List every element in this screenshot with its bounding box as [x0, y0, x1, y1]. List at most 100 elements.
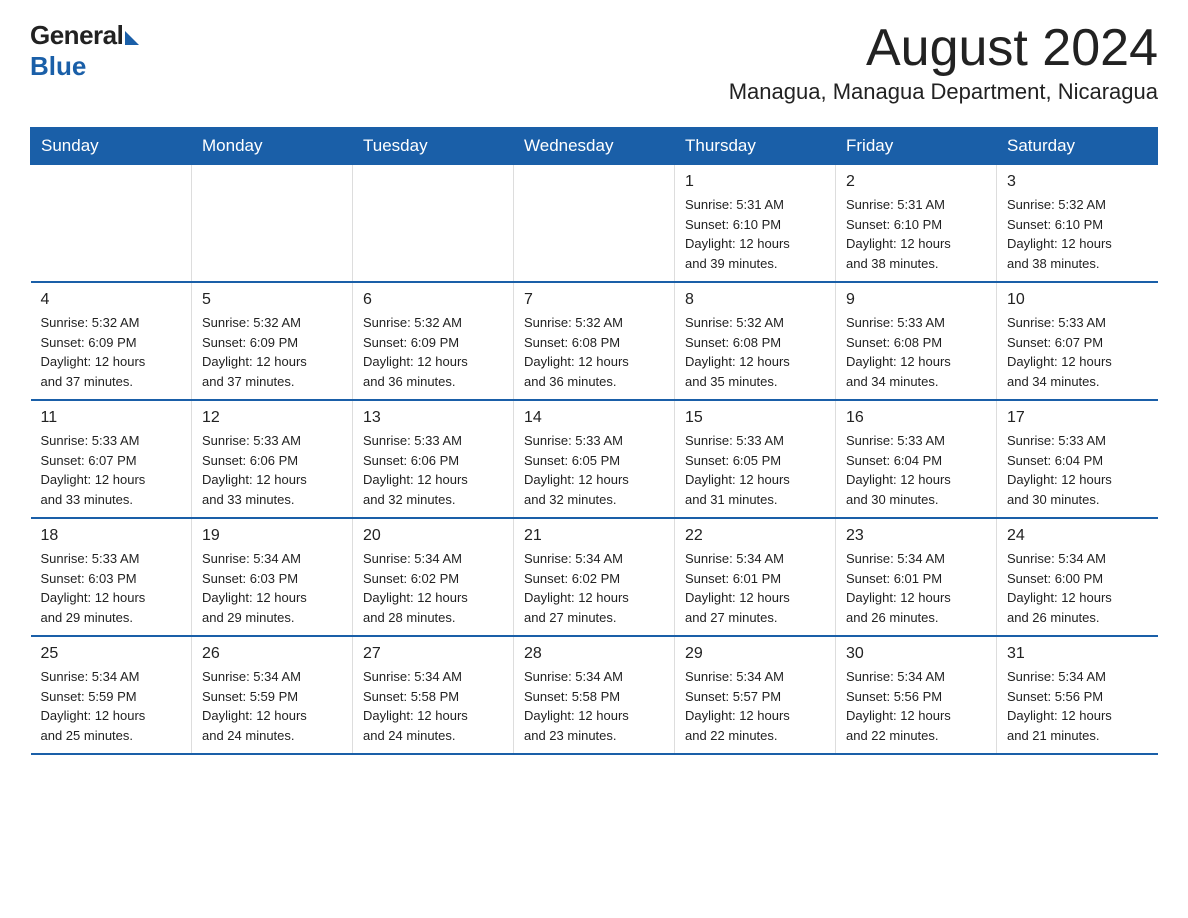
calendar-cell: 12 Sunrise: 5:33 AM Sunset: 6:06 PM Dayli…	[192, 400, 353, 518]
calendar-week-row: 25 Sunrise: 5:34 AM Sunset: 5:59 PM Dayli…	[31, 636, 1158, 754]
day-info: Sunrise: 5:33 AM Sunset: 6:04 PM Dayligh…	[846, 431, 986, 509]
day-info: Sunrise: 5:34 AM Sunset: 6:00 PM Dayligh…	[1007, 549, 1148, 627]
calendar-cell: 21Sunrise: 5:34 AM Sunset: 6:02 PM Dayli…	[514, 518, 675, 636]
day-info: Sunrise: 5:31 AM Sunset: 6:10 PM Dayligh…	[846, 195, 986, 273]
day-number: 27	[363, 645, 503, 663]
day-number: 28	[524, 645, 664, 663]
day-info: Sunrise: 5:34 AM Sunset: 5:58 PM Dayligh…	[363, 667, 503, 745]
day-number: 9	[846, 291, 986, 309]
calendar-cell: 9 Sunrise: 5:33 AM Sunset: 6:08 PM Daylig…	[836, 282, 997, 400]
day-info: Sunrise: 5:33 AM Sunset: 6:05 PM Dayligh…	[685, 431, 825, 509]
calendar-cell	[192, 165, 353, 283]
day-number: 31	[1007, 645, 1148, 663]
calendar-cell: 14Sunrise: 5:33 AM Sunset: 6:05 PM Dayli…	[514, 400, 675, 518]
calendar-week-row: 18 Sunrise: 5:33 AM Sunset: 6:03 PM Dayli…	[31, 518, 1158, 636]
calendar-cell: 25 Sunrise: 5:34 AM Sunset: 5:59 PM Dayli…	[31, 636, 192, 754]
calendar-header-row: SundayMondayTuesdayWednesdayThursdayFrid…	[31, 128, 1158, 165]
day-number: 30	[846, 645, 986, 663]
day-info: Sunrise: 5:34 AM Sunset: 5:59 PM Dayligh…	[41, 667, 182, 745]
weekday-header-wednesday: Wednesday	[514, 128, 675, 165]
calendar-cell: 15Sunrise: 5:33 AM Sunset: 6:05 PM Dayli…	[675, 400, 836, 518]
day-info: Sunrise: 5:34 AM Sunset: 6:01 PM Dayligh…	[846, 549, 986, 627]
day-info: Sunrise: 5:32 AM Sunset: 6:09 PM Dayligh…	[41, 313, 182, 391]
month-title: August 2024	[729, 20, 1158, 77]
calendar-cell: 16 Sunrise: 5:33 AM Sunset: 6:04 PM Dayli…	[836, 400, 997, 518]
logo-blue-text: Blue	[30, 51, 86, 82]
day-info: Sunrise: 5:33 AM Sunset: 6:05 PM Dayligh…	[524, 431, 664, 509]
day-number: 26	[202, 645, 342, 663]
weekday-header-friday: Friday	[836, 128, 997, 165]
day-info: Sunrise: 5:31 AM Sunset: 6:10 PM Dayligh…	[685, 195, 825, 273]
calendar-cell: 28 Sunrise: 5:34 AM Sunset: 5:58 PM Dayli…	[514, 636, 675, 754]
calendar-cell: 22 Sunrise: 5:34 AM Sunset: 6:01 PM Dayli…	[675, 518, 836, 636]
day-number: 29	[685, 645, 825, 663]
day-info: Sunrise: 5:34 AM Sunset: 5:58 PM Dayligh…	[524, 667, 664, 745]
calendar-week-row: 11 Sunrise: 5:33 AM Sunset: 6:07 PM Dayli…	[31, 400, 1158, 518]
day-number: 23	[846, 527, 986, 545]
day-info: Sunrise: 5:34 AM Sunset: 6:01 PM Dayligh…	[685, 549, 825, 627]
calendar-cell: 18 Sunrise: 5:33 AM Sunset: 6:03 PM Dayli…	[31, 518, 192, 636]
day-number: 22	[685, 527, 825, 545]
calendar-cell: 4 Sunrise: 5:32 AM Sunset: 6:09 PM Daylig…	[31, 282, 192, 400]
day-info: Sunrise: 5:32 AM Sunset: 6:09 PM Dayligh…	[202, 313, 342, 391]
day-info: Sunrise: 5:32 AM Sunset: 6:09 PM Dayligh…	[363, 313, 503, 391]
calendar-table: SundayMondayTuesdayWednesdayThursdayFrid…	[30, 127, 1158, 755]
calendar-cell: 10Sunrise: 5:33 AM Sunset: 6:07 PM Dayli…	[997, 282, 1158, 400]
calendar-cell	[514, 165, 675, 283]
day-number: 18	[41, 527, 182, 545]
calendar-cell: 30 Sunrise: 5:34 AM Sunset: 5:56 PM Dayli…	[836, 636, 997, 754]
day-number: 2	[846, 173, 986, 191]
calendar-cell: 19 Sunrise: 5:34 AM Sunset: 6:03 PM Dayli…	[192, 518, 353, 636]
day-number: 1	[685, 173, 825, 191]
weekday-header-tuesday: Tuesday	[353, 128, 514, 165]
day-number: 5	[202, 291, 342, 309]
logo-general-text: General	[30, 20, 123, 51]
day-info: Sunrise: 5:32 AM Sunset: 6:10 PM Dayligh…	[1007, 195, 1148, 273]
day-number: 21	[524, 527, 664, 545]
day-number: 13	[363, 409, 503, 427]
day-number: 11	[41, 409, 182, 427]
day-info: Sunrise: 5:33 AM Sunset: 6:06 PM Dayligh…	[202, 431, 342, 509]
calendar-cell: 2 Sunrise: 5:31 AM Sunset: 6:10 PM Daylig…	[836, 165, 997, 283]
day-info: Sunrise: 5:33 AM Sunset: 6:07 PM Dayligh…	[41, 431, 182, 509]
day-number: 8	[685, 291, 825, 309]
day-number: 3	[1007, 173, 1148, 191]
day-info: Sunrise: 5:32 AM Sunset: 6:08 PM Dayligh…	[685, 313, 825, 391]
calendar-cell	[353, 165, 514, 283]
calendar-cell: 17 Sunrise: 5:33 AM Sunset: 6:04 PM Dayli…	[997, 400, 1158, 518]
day-info: Sunrise: 5:34 AM Sunset: 5:56 PM Dayligh…	[1007, 667, 1148, 745]
calendar-cell: 31 Sunrise: 5:34 AM Sunset: 5:56 PM Dayli…	[997, 636, 1158, 754]
day-info: Sunrise: 5:33 AM Sunset: 6:06 PM Dayligh…	[363, 431, 503, 509]
calendar-week-row: 4 Sunrise: 5:32 AM Sunset: 6:09 PM Daylig…	[31, 282, 1158, 400]
day-number: 19	[202, 527, 342, 545]
weekday-header-saturday: Saturday	[997, 128, 1158, 165]
calendar-cell: 1 Sunrise: 5:31 AM Sunset: 6:10 PM Daylig…	[675, 165, 836, 283]
calendar-cell: 7 Sunrise: 5:32 AM Sunset: 6:08 PM Daylig…	[514, 282, 675, 400]
day-number: 16	[846, 409, 986, 427]
calendar-cell	[31, 165, 192, 283]
day-info: Sunrise: 5:32 AM Sunset: 6:08 PM Dayligh…	[524, 313, 664, 391]
day-info: Sunrise: 5:33 AM Sunset: 6:04 PM Dayligh…	[1007, 431, 1148, 509]
calendar-cell: 29Sunrise: 5:34 AM Sunset: 5:57 PM Dayli…	[675, 636, 836, 754]
location-title: Managua, Managua Department, Nicaragua	[729, 79, 1158, 105]
day-number: 6	[363, 291, 503, 309]
day-number: 7	[524, 291, 664, 309]
calendar-cell: 8 Sunrise: 5:32 AM Sunset: 6:08 PM Daylig…	[675, 282, 836, 400]
day-info: Sunrise: 5:33 AM Sunset: 6:08 PM Dayligh…	[846, 313, 986, 391]
day-number: 24	[1007, 527, 1148, 545]
weekday-header-sunday: Sunday	[31, 128, 192, 165]
day-number: 20	[363, 527, 503, 545]
calendar-cell: 20Sunrise: 5:34 AM Sunset: 6:02 PM Dayli…	[353, 518, 514, 636]
day-info: Sunrise: 5:34 AM Sunset: 6:03 PM Dayligh…	[202, 549, 342, 627]
day-number: 12	[202, 409, 342, 427]
day-number: 25	[41, 645, 182, 663]
calendar-cell: 11 Sunrise: 5:33 AM Sunset: 6:07 PM Dayli…	[31, 400, 192, 518]
weekday-header-monday: Monday	[192, 128, 353, 165]
day-info: Sunrise: 5:34 AM Sunset: 5:56 PM Dayligh…	[846, 667, 986, 745]
day-number: 4	[41, 291, 182, 309]
right-header: August 2024 Managua, Managua Department,…	[729, 20, 1158, 117]
page-header: General Blue August 2024 Managua, Managu…	[30, 20, 1158, 117]
day-number: 17	[1007, 409, 1148, 427]
calendar-cell: 24 Sunrise: 5:34 AM Sunset: 6:00 PM Dayli…	[997, 518, 1158, 636]
day-info: Sunrise: 5:33 AM Sunset: 6:03 PM Dayligh…	[41, 549, 182, 627]
